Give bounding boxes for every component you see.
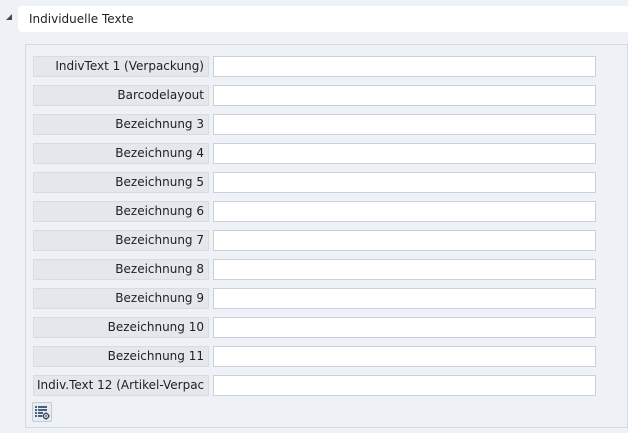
field-row-indivtext-12: Indiv.Text 12 (Artikel-Verpac [33,375,596,397]
field-label: Bezeichnung 5 [33,172,209,193]
field-label: Bezeichnung 11 [33,346,209,367]
barcodelayout-input[interactable] [213,85,596,106]
field-label: Bezeichnung 3 [33,114,209,135]
list-settings-icon [35,406,50,420]
field-row-indivtext-1: IndivText 1 (Verpackung) [33,56,596,78]
field-label: Bezeichnung 8 [33,259,209,280]
field-row-bezeichnung-10: Bezeichnung 10 [33,317,596,339]
section-title[interactable]: Individuelle Texte [18,6,628,32]
list-settings-button[interactable] [32,402,52,422]
bezeichnung-4-input[interactable] [213,143,596,164]
field-label: IndivText 1 (Verpackung) [33,56,209,77]
field-label: Bezeichnung 9 [33,288,209,309]
bezeichnung-10-input[interactable] [213,317,596,338]
field-label: Indiv.Text 12 (Artikel-Verpac [33,375,209,396]
field-label: Bezeichnung 6 [33,201,209,222]
section-header: Individuelle Texte [0,0,628,38]
field-row-barcodelayout: Barcodelayout [33,85,596,107]
field-label: Bezeichnung 4 [33,143,209,164]
field-label: Barcodelayout [33,85,209,106]
collapse-arrow-icon[interactable] [6,14,12,20]
field-label: Bezeichnung 7 [33,230,209,251]
bezeichnung-8-input[interactable] [213,259,596,280]
bezeichnung-7-input[interactable] [213,230,596,251]
bezeichnung-5-input[interactable] [213,172,596,193]
indivtext-1-input[interactable] [213,56,596,77]
bezeichnung-9-input[interactable] [213,288,596,309]
field-row-bezeichnung-4: Bezeichnung 4 [33,143,596,165]
field-row-bezeichnung-8: Bezeichnung 8 [33,259,596,281]
individual-texts-form: IndivText 1 (Verpackung) Barcodelayout B… [25,44,628,428]
bezeichnung-3-input[interactable] [213,114,596,135]
field-row-bezeichnung-9: Bezeichnung 9 [33,288,596,310]
bezeichnung-6-input[interactable] [213,201,596,222]
bezeichnung-11-input[interactable] [213,346,596,367]
field-label: Bezeichnung 10 [33,317,209,338]
indivtext-12-input[interactable] [213,375,596,396]
field-row-bezeichnung-3: Bezeichnung 3 [33,114,596,136]
field-row-bezeichnung-5: Bezeichnung 5 [33,172,596,194]
field-row-bezeichnung-7: Bezeichnung 7 [33,230,596,252]
field-row-bezeichnung-6: Bezeichnung 6 [33,201,596,223]
field-row-bezeichnung-11: Bezeichnung 11 [33,346,596,368]
